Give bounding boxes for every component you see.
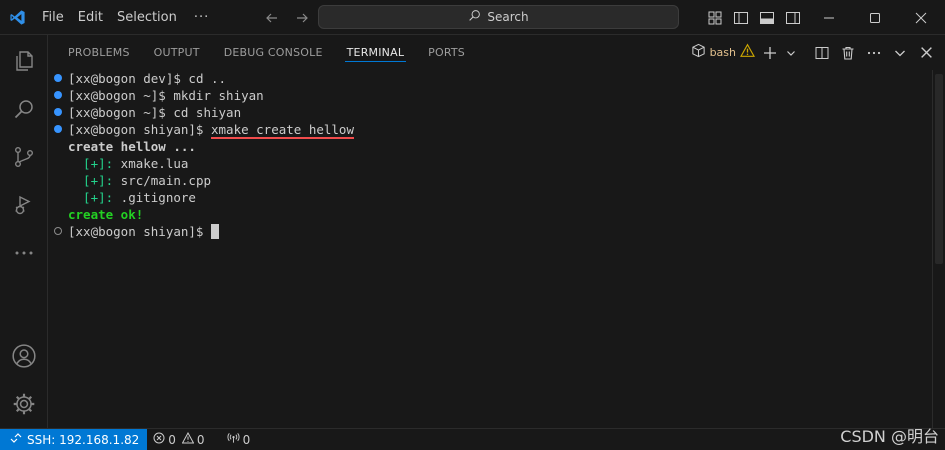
terminal-output[interactable]: [xx@bogon dev]$ cd .. [xx@bogon ~]$ mkdi… (48, 70, 933, 428)
ports-count: 0 (242, 432, 251, 447)
forward-arrow-icon[interactable] (292, 8, 312, 28)
menu-more-button[interactable]: ··· (184, 0, 219, 35)
toggle-panel-icon[interactable] (754, 5, 780, 31)
tab-ports[interactable]: PORTS (416, 35, 477, 70)
terminal-panel: PROBLEMS OUTPUT DEBUG CONSOLE TERMINAL P… (48, 35, 945, 428)
panel-tab-bar: PROBLEMS OUTPUT DEBUG CONSOLE TERMINAL P… (48, 35, 945, 70)
source-control-icon[interactable] (0, 133, 48, 181)
toggle-secondary-sidebar-icon[interactable] (780, 5, 806, 31)
terminal-shell-selector[interactable]: bash (691, 41, 756, 65)
title-bar: File Edit Selection ··· Search (0, 0, 945, 35)
terminal-line: [xx@bogon shiyan]$ (54, 223, 933, 240)
accounts-icon[interactable] (0, 332, 48, 380)
terminal-line: [+]: xmake.lua (68, 156, 189, 171)
warning-icon (181, 431, 195, 447)
remote-connection-icon (10, 432, 22, 447)
command-decoration-icon[interactable] (54, 227, 62, 235)
command-center-search[interactable]: Search (318, 5, 679, 29)
terminal-line: [xx@bogon dev]$ cd .. (54, 70, 933, 87)
cube-icon (691, 43, 706, 62)
menu-selection[interactable]: Selection (110, 0, 184, 35)
shell-name: bash (709, 46, 736, 59)
panel-actions: bash (691, 35, 937, 70)
terminal-line: [xx@bogon ~]$ mkdir shiyan (54, 87, 933, 104)
warning-icon (739, 43, 756, 62)
search-label: Search (487, 10, 529, 24)
minimize-icon[interactable] (806, 0, 852, 35)
trash-icon[interactable] (837, 41, 859, 65)
terminal-line: [xx@bogon shiyan]$ xmake create hellow (54, 121, 933, 139)
watermark: CSDN @明台 (840, 427, 939, 446)
terminal-line: [+]: .gitignore (68, 190, 196, 205)
customize-layout-icon[interactable] (702, 5, 728, 31)
close-window-icon[interactable] (898, 0, 944, 35)
terminal-line: create hellow ... (68, 139, 196, 154)
error-icon (153, 432, 165, 447)
back-arrow-icon[interactable] (262, 8, 282, 28)
manage-gear-icon[interactable] (0, 380, 48, 428)
underlined-command: xmake create hellow (211, 122, 354, 139)
menu-bar: File Edit Selection ··· (35, 0, 219, 35)
status-bar: SSH: 192.168.1.82 0 0 0 (0, 428, 945, 450)
tab-debug-console[interactable]: DEBUG CONSOLE (212, 35, 335, 70)
menu-file[interactable]: File (35, 0, 71, 35)
tab-output[interactable]: OUTPUT (142, 35, 212, 70)
command-decoration-icon[interactable] (54, 125, 62, 133)
chevron-down-icon[interactable] (785, 41, 797, 65)
terminal-line: create ok! (68, 207, 144, 222)
split-terminal-icon[interactable] (811, 41, 833, 65)
terminal-cursor (211, 224, 219, 239)
tab-terminal[interactable]: TERMINAL (335, 35, 417, 70)
new-terminal-icon[interactable] (759, 41, 781, 65)
explorer-icon[interactable] (0, 37, 48, 85)
close-panel-icon[interactable] (915, 41, 937, 65)
error-count: 0 (168, 432, 176, 447)
tab-problems[interactable]: PROBLEMS (56, 35, 142, 70)
maximize-icon[interactable] (852, 0, 898, 35)
run-and-debug-icon[interactable] (0, 181, 48, 229)
more-views-icon[interactable] (0, 229, 48, 277)
warning-count: 0 (196, 432, 205, 447)
vscode-logo-icon (0, 0, 35, 35)
remote-label: SSH: 192.168.1.82 (27, 432, 140, 447)
toggle-primary-sidebar-icon[interactable] (728, 5, 754, 31)
search-view-icon[interactable] (0, 85, 48, 133)
menu-edit[interactable]: Edit (71, 0, 110, 35)
broadcast-icon (227, 432, 240, 447)
maximize-panel-chevron-icon[interactable] (889, 41, 911, 65)
more-actions-icon[interactable] (863, 41, 885, 65)
problems-status[interactable]: 0 0 (147, 429, 210, 450)
search-icon (468, 9, 481, 25)
activity-bar (0, 35, 48, 428)
command-decoration-icon[interactable] (54, 74, 62, 82)
terminal-line: [+]: src/main.cpp (68, 173, 211, 188)
ports-status[interactable]: 0 (221, 429, 257, 450)
terminal-scrollbar[interactable] (932, 70, 945, 428)
command-decoration-icon[interactable] (54, 91, 62, 99)
terminal-line: [xx@bogon ~]$ cd shiyan (54, 104, 933, 121)
remote-indicator[interactable]: SSH: 192.168.1.82 (0, 428, 148, 450)
command-decoration-icon[interactable] (54, 108, 62, 116)
